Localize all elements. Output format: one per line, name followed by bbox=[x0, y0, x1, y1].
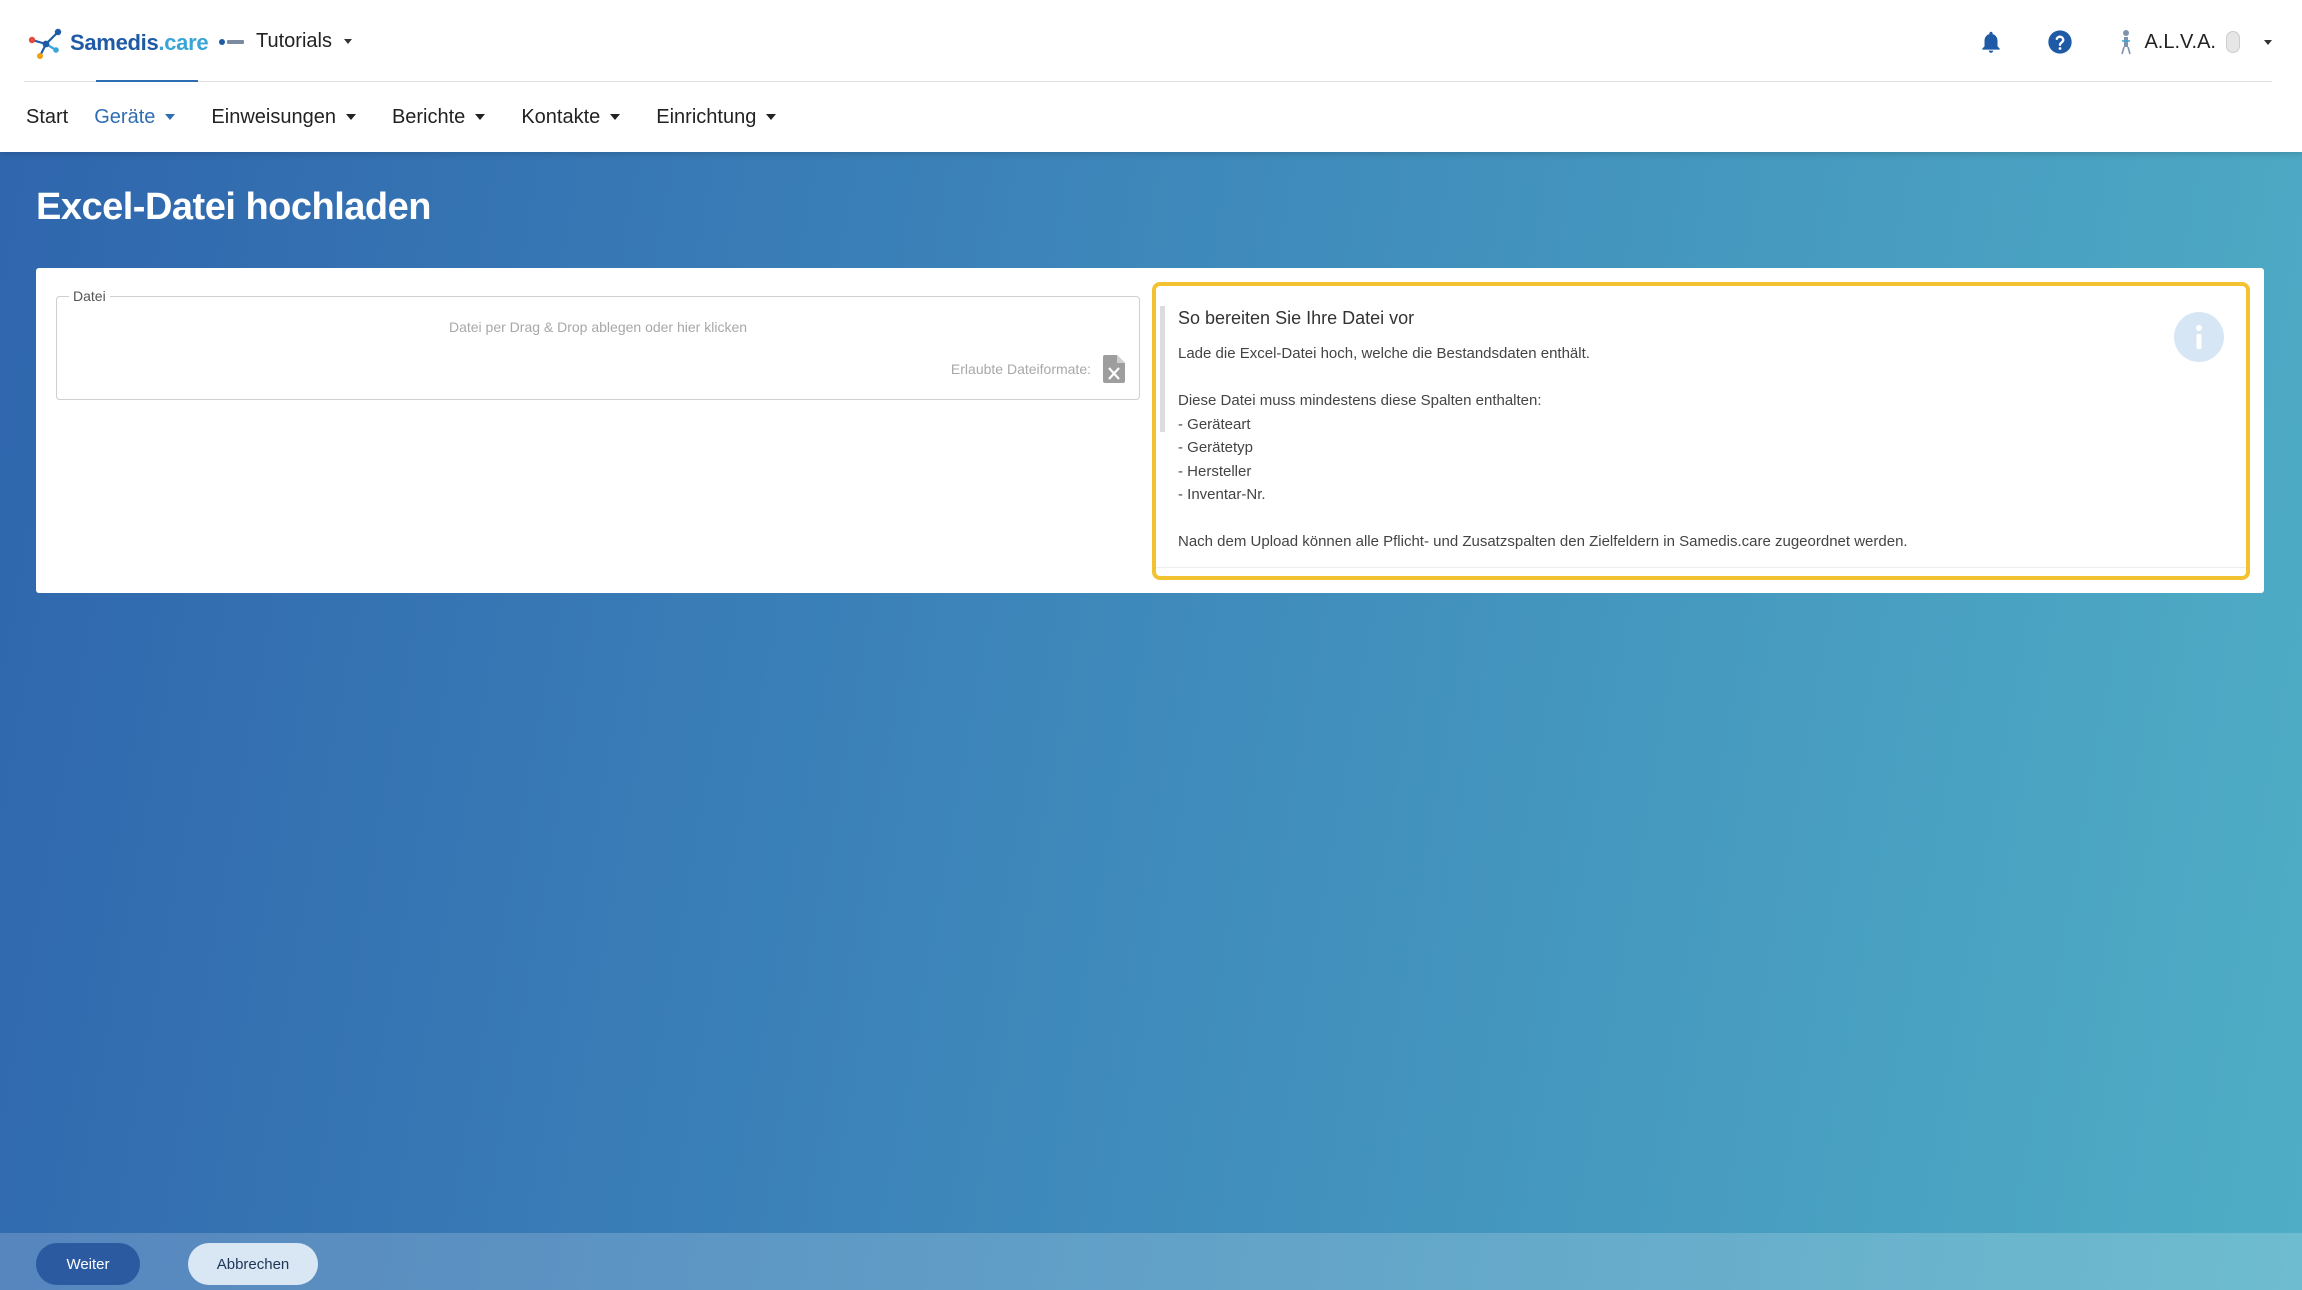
excel-file-icon bbox=[1103, 355, 1125, 383]
logo-text: Samedis.care bbox=[70, 30, 209, 56]
dropzone-legend: Datei bbox=[69, 288, 110, 304]
info-accent-bar bbox=[1160, 306, 1165, 432]
chevron-down-icon bbox=[345, 114, 356, 120]
chevron-down-icon bbox=[475, 114, 486, 120]
next-button[interactable]: Weiter bbox=[36, 1243, 140, 1285]
info-intro: Lade die Excel-Datei hoch, welche die Be… bbox=[1178, 345, 1590, 362]
info-columns-intro: Diese Datei muss mindestens diese Spalte… bbox=[1178, 392, 1542, 409]
tenant-label: Tutorials bbox=[256, 30, 332, 52]
upload-card: Datei Datei per Drag & Drop ablegen oder… bbox=[36, 268, 2264, 593]
tenant-selector[interactable]: Tutorials bbox=[218, 30, 352, 53]
logo-main: Samedis bbox=[70, 30, 159, 55]
bell-icon[interactable] bbox=[1978, 29, 2004, 55]
nav-item-label: Einrichtung bbox=[656, 105, 757, 128]
tenant-logo-icon bbox=[219, 38, 244, 45]
user-menu[interactable]: A.L.V.A. bbox=[2118, 29, 2272, 55]
info-outro: Nach dem Upload können alle Pflicht- und… bbox=[1178, 533, 1908, 550]
info-glyph-icon bbox=[2196, 325, 2202, 349]
info-box: So bereiten Sie Ihre Datei vor Lade die … bbox=[1152, 282, 2250, 580]
info-title: So bereiten Sie Ihre Datei vor bbox=[1178, 308, 1415, 328]
list-item: - Geräteart bbox=[1178, 415, 1251, 433]
nav-item-kontakte[interactable]: Kontakte bbox=[521, 82, 621, 152]
user-figure-icon bbox=[2121, 30, 2132, 55]
nav-item-label: Einweisungen bbox=[211, 105, 336, 128]
nav-item-berichte[interactable]: Berichte bbox=[391, 82, 486, 152]
list-item: - Gerätetyp bbox=[1178, 439, 1254, 456]
logo-suffix: .care bbox=[158, 30, 209, 55]
file-dropzone[interactable]: Datei Datei per Drag & Drop ablegen oder… bbox=[56, 288, 1140, 400]
list-item: - Hersteller bbox=[1178, 462, 1252, 480]
page-title: Excel-Datei hochladen bbox=[36, 186, 431, 228]
allowed-formats: Erlaubte Dateiformate: bbox=[951, 355, 1125, 383]
chevron-down-icon bbox=[2264, 39, 2272, 45]
help-icon[interactable] bbox=[2046, 28, 2074, 56]
chevron-down-icon bbox=[343, 39, 352, 44]
info-text: Lade die Excel-Datei hoch, welche die Be… bbox=[1178, 342, 1908, 554]
chevron-down-icon bbox=[610, 114, 621, 120]
nav-item-label: Kontakte bbox=[521, 105, 601, 128]
divider bbox=[1156, 567, 2246, 568]
dropzone-hint: Datei per Drag & Drop ablegen oder hier … bbox=[448, 319, 748, 335]
nav-item-label: Start bbox=[26, 105, 69, 128]
nav-item-geraete[interactable]: Geräte bbox=[94, 82, 176, 152]
cancel-button[interactable]: Abbrechen bbox=[188, 1243, 318, 1285]
formats-label: Erlaubte Dateiformate: bbox=[950, 361, 1091, 377]
nav-item-einweisungen[interactable]: Einweisungen bbox=[211, 82, 356, 152]
samedis-logo[interactable]: Samedis.care bbox=[26, 26, 209, 60]
top-icons: A.L.V.A. bbox=[1978, 28, 2272, 56]
top-bar: Samedis.care Tutorials A.L.V.A. Start Ge… bbox=[0, 0, 2302, 152]
user-label: A.L.V.A. bbox=[2144, 30, 2216, 53]
list-item: - Inventar-Nr. bbox=[1178, 486, 1266, 503]
nav-item-einrichtung[interactable]: Einrichtung bbox=[656, 82, 777, 152]
main-nav: Start Geräte Einweisungen Berichte Konta… bbox=[0, 82, 812, 152]
nav-item-label: Berichte bbox=[391, 105, 466, 128]
avatar bbox=[2226, 31, 2240, 53]
footer-bar: Weiter Abbrechen bbox=[0, 1233, 2302, 1290]
brand-row: Samedis.care Tutorials A.L.V.A. bbox=[0, 0, 2302, 82]
logo-mark-icon bbox=[28, 28, 62, 59]
nav-item-start[interactable]: Start bbox=[26, 82, 68, 152]
chevron-down-icon bbox=[165, 114, 176, 120]
info-icon bbox=[2174, 312, 2224, 362]
chevron-down-icon bbox=[766, 114, 777, 120]
nav-item-label: Geräte bbox=[94, 105, 156, 128]
